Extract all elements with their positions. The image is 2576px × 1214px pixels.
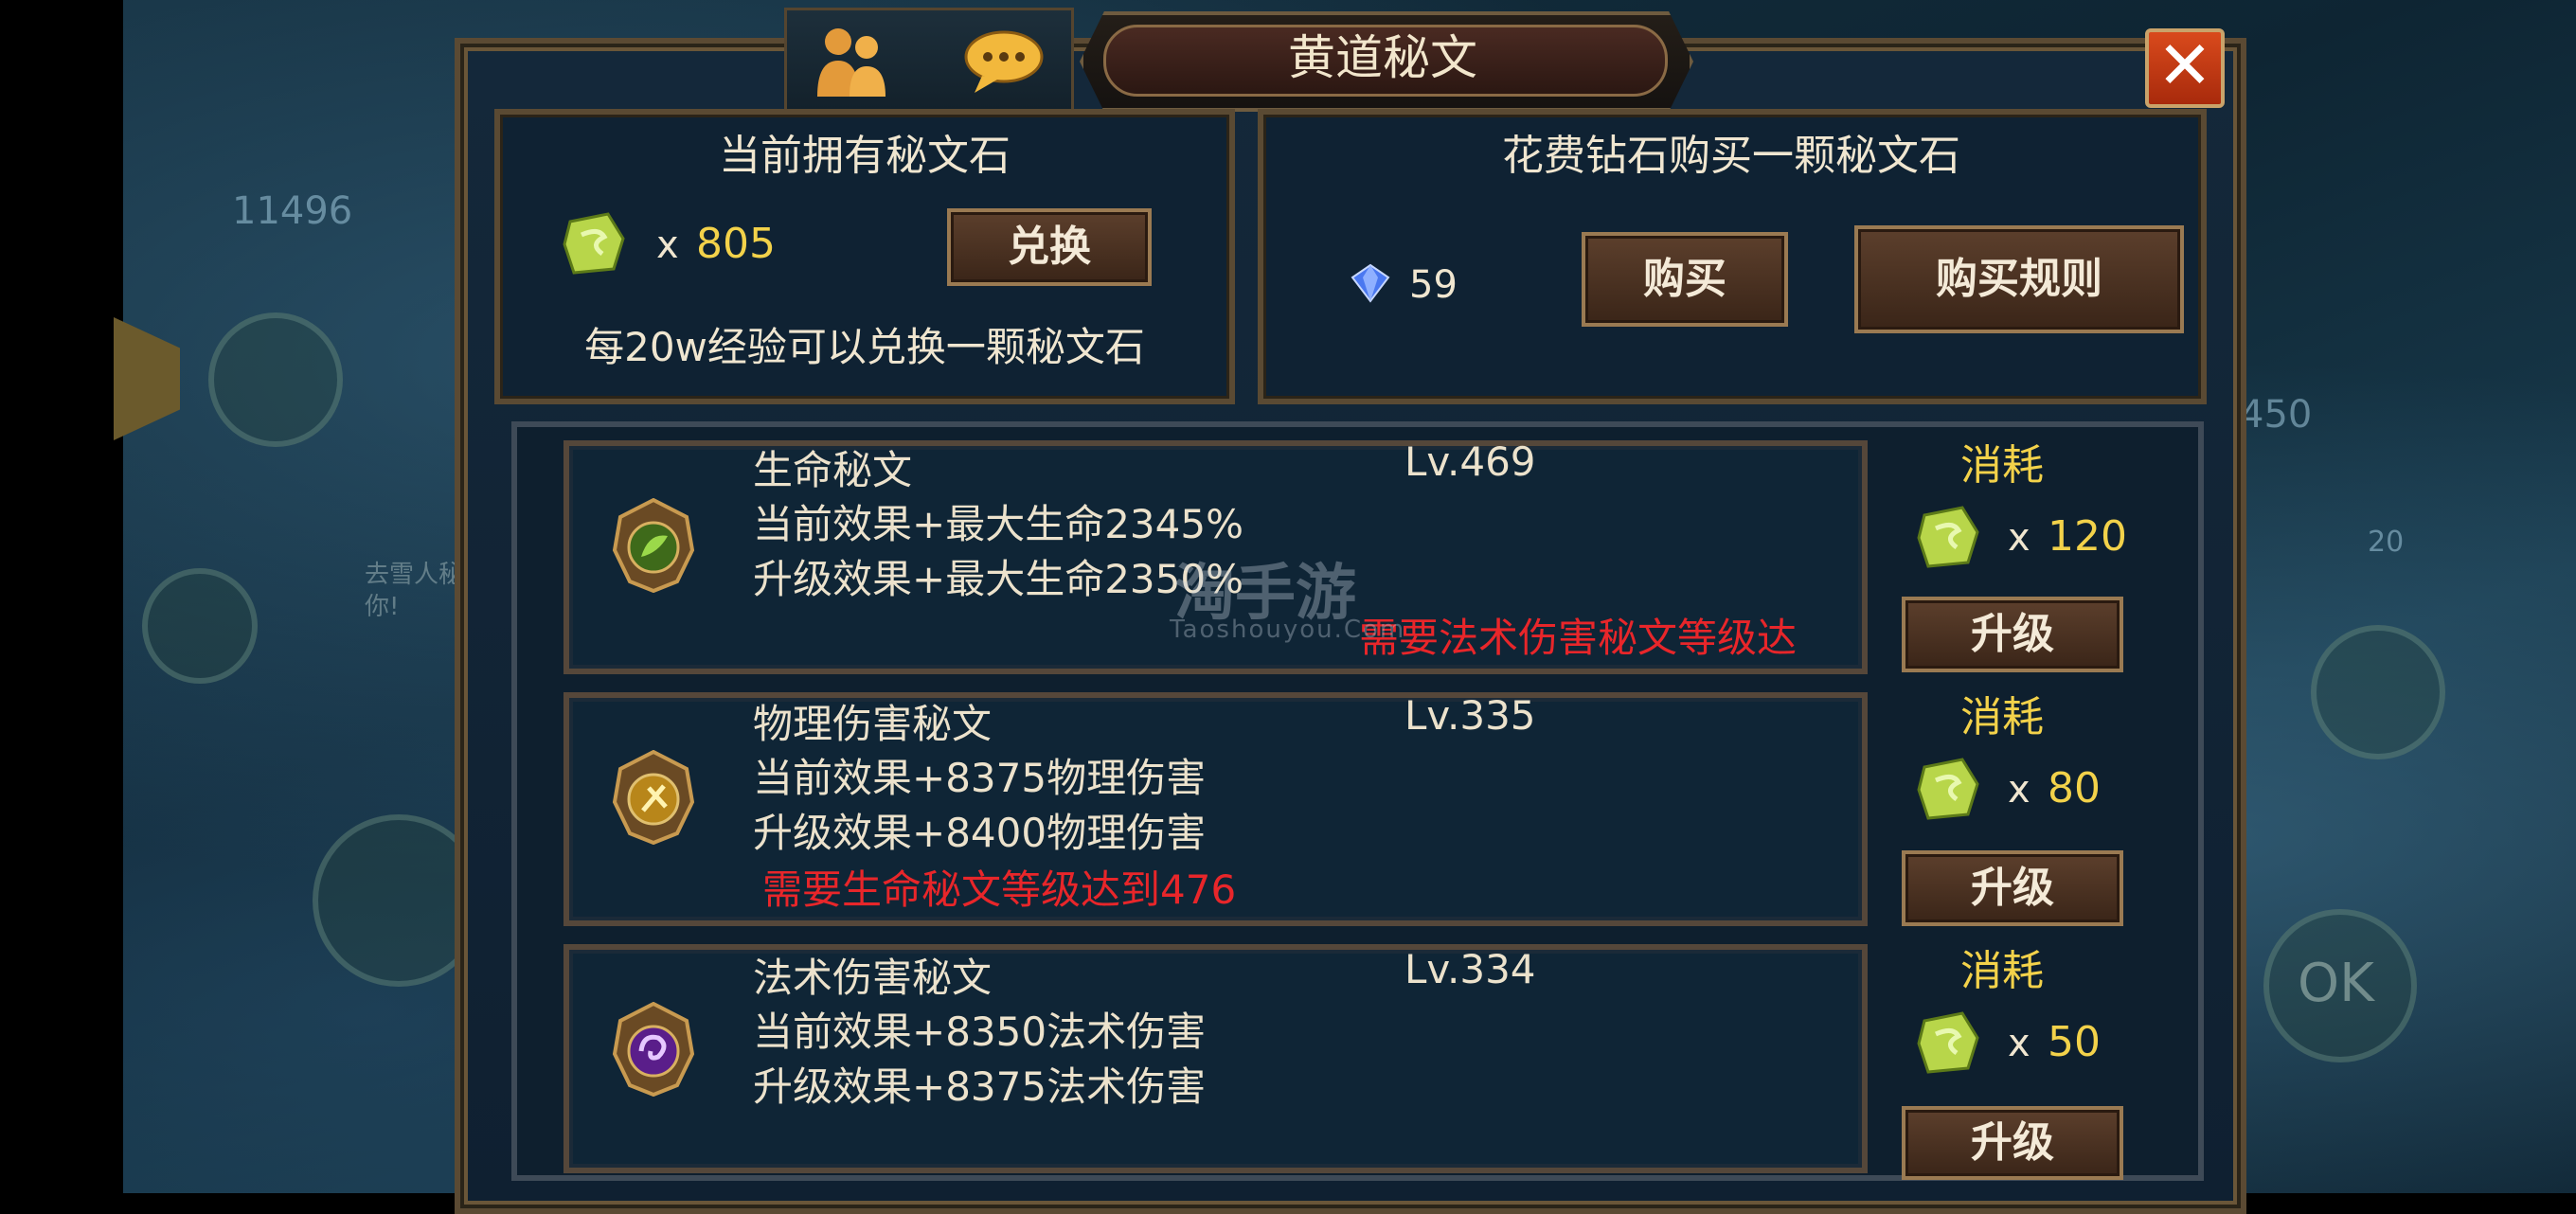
upgrade-button[interactable]: 升级 <box>1902 850 2123 926</box>
bg-small-number: 20 <box>2368 526 2405 559</box>
owned-x: x <box>656 223 679 267</box>
diamond-icon <box>1351 263 1390 303</box>
physical-rune-icon <box>612 750 695 845</box>
runestone-icon <box>1917 1011 1979 1074</box>
bg-skill-button <box>208 312 343 447</box>
chat-icon[interactable] <box>961 28 1046 95</box>
life-rune-icon <box>612 498 695 593</box>
cost-label: 消耗 <box>1960 693 2044 741</box>
close-icon: ✕ <box>2156 27 2213 104</box>
rune-level: Lv.335 <box>1404 692 1536 739</box>
bg-score-left: 11496 <box>232 189 353 233</box>
bg-back-button <box>142 568 258 684</box>
rune-name: 物理伤害秘文 <box>753 701 993 747</box>
cost-x: x <box>2008 768 2030 812</box>
rune-current-effect: 当前效果+最大生命2345% <box>753 501 1243 547</box>
rune-requirement: 需要法术伤害秘文等级达 <box>1359 615 1798 661</box>
cost-x: x <box>2008 516 2030 560</box>
rune-requirement: 需要生命秘文等级达到476 <box>762 866 1237 913</box>
rune-name: 法术伤害秘文 <box>753 955 993 1001</box>
upgrade-button[interactable]: 升级 <box>1902 597 2123 672</box>
runestone-icon <box>1917 506 1979 568</box>
cost-amount: 120 <box>2048 512 2127 561</box>
purchase-rules-button[interactable]: 购买规则 <box>1854 225 2184 333</box>
cost-amount: 80 <box>2048 764 2101 812</box>
rune-next-effect: 升级效果+最大生命2350% <box>753 556 1243 602</box>
exchange-button[interactable]: 兑换 <box>947 208 1152 286</box>
owned-heading: 当前拥有秘文石 <box>719 132 1011 180</box>
bg-round-button <box>2311 625 2445 759</box>
rune-name: 生命秘文 <box>753 447 913 493</box>
bg-ok-button: OK <box>2263 909 2417 1062</box>
rune-next-effect: 升级效果+8375法术伤害 <box>753 1063 1207 1110</box>
watermark-url: Taoshouyou.Com <box>1170 616 1406 644</box>
runestone-icon <box>1917 758 1979 820</box>
rune-level: Lv.469 <box>1404 438 1536 485</box>
bg-score-right: 450 <box>2240 393 2313 437</box>
diamond-count: 59 <box>1409 263 1458 307</box>
purchase-heading: 花费钻石购买一颗秘文石 <box>1502 132 1960 180</box>
cost-label: 消耗 <box>1960 441 2044 490</box>
bg-ok-label: OK <box>2298 953 2374 1014</box>
rune-current-effect: 当前效果+8375物理伤害 <box>753 755 1207 801</box>
rune-current-effect: 当前效果+8350法术伤害 <box>753 1009 1207 1055</box>
magic-rune-icon <box>612 1002 695 1097</box>
close-button[interactable]: ✕ <box>2145 28 2225 108</box>
cost-amount: 50 <box>2048 1018 2101 1066</box>
exchange-note: 每20w经验可以兑换一颗秘文石 <box>584 324 1145 370</box>
owned-count: 805 <box>696 220 776 268</box>
rune-next-effect: 升级效果+8400物理伤害 <box>753 810 1207 856</box>
cost-label: 消耗 <box>1960 947 2044 995</box>
buy-button[interactable]: 购买 <box>1582 232 1788 327</box>
friends-icon[interactable] <box>810 23 895 98</box>
runestone-icon <box>563 212 625 275</box>
cost-x: x <box>2008 1022 2030 1065</box>
rune-level: Lv.334 <box>1404 946 1536 992</box>
dialog-title: 黄道秘文 <box>1288 30 1477 85</box>
upgrade-button[interactable]: 升级 <box>1902 1106 2123 1180</box>
